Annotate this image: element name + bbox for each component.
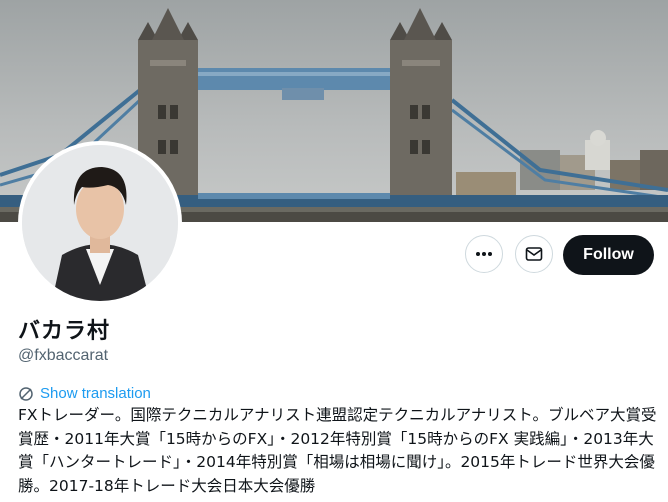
show-translation-link[interactable]: Show translation <box>18 385 151 402</box>
avatar[interactable] <box>18 141 182 305</box>
profile-bio: FXトレーダー。国際テクニカルアナリスト連盟認定テクニカルアナリスト。ブルベア大… <box>18 406 657 495</box>
envelope-icon <box>525 247 543 261</box>
display-name: バカラ村 <box>18 319 111 344</box>
show-translation-label: Show translation <box>40 385 151 402</box>
follow-button[interactable]: Follow <box>563 235 654 275</box>
translate-icon <box>19 386 33 401</box>
more-options-button[interactable] <box>465 235 503 273</box>
more-horizontal-icon <box>476 252 492 256</box>
user-handle: @fxbaccarat <box>18 347 109 364</box>
message-button[interactable] <box>515 235 553 273</box>
profile-photo <box>22 145 178 301</box>
